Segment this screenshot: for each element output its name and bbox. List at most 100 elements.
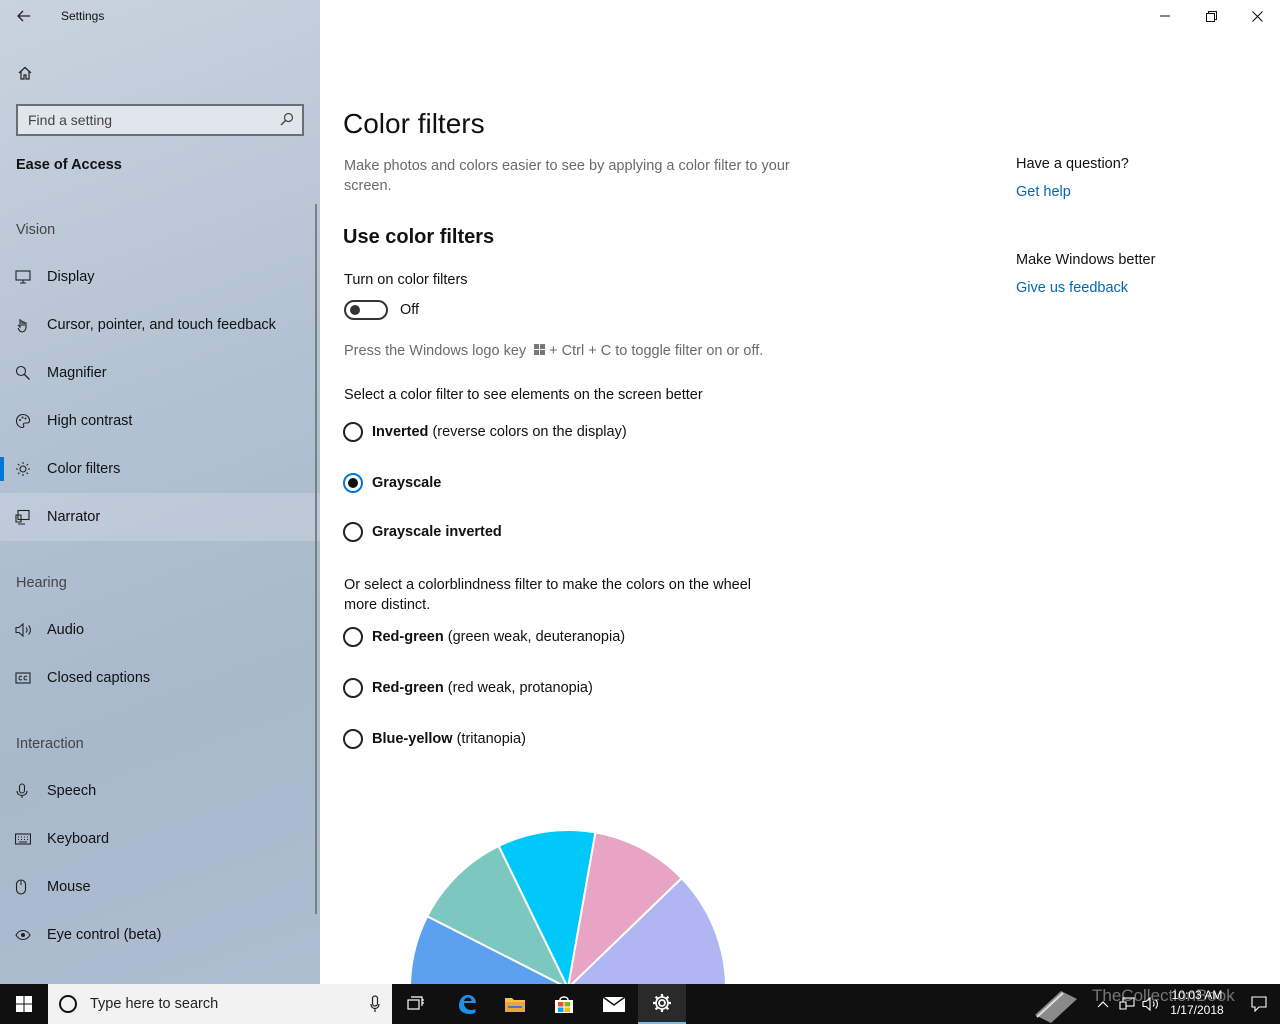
- radio-circle[interactable]: [343, 627, 363, 647]
- book-logo-icon: [1035, 991, 1077, 1023]
- radio-inverted[interactable]: Inverted (reverse colors on the display): [343, 422, 627, 442]
- group-interaction-label: Interaction: [16, 736, 84, 752]
- minimize-button[interactable]: [1142, 0, 1188, 32]
- taskbar-search-placeholder: Type here to search: [90, 996, 219, 1012]
- close-button[interactable]: [1234, 0, 1280, 32]
- sidebar-item-color-filters[interactable]: Color filters: [0, 445, 320, 493]
- task-view-icon: [407, 996, 424, 1010]
- sun-icon: [0, 461, 47, 477]
- settings-search-box[interactable]: [16, 104, 304, 136]
- feedback-heading: Make Windows better: [1016, 252, 1156, 268]
- sidebar-item-closed-captions[interactable]: Closed captions: [0, 654, 320, 702]
- radio-label-bold: Blue-yellow: [372, 731, 453, 747]
- taskbar-file-explorer[interactable]: [491, 984, 539, 1024]
- toggle-knob: [350, 305, 360, 315]
- page-description: Make photos and colors easier to see by …: [344, 158, 790, 194]
- action-center-button[interactable]: [1238, 984, 1280, 1024]
- toggle-state-label: Off: [400, 302, 420, 318]
- sidebar-section-title: Ease of Access: [16, 157, 122, 173]
- color-filters-toggle[interactable]: [344, 300, 388, 320]
- filter-prompt: Select a color filter to see elements on…: [344, 387, 703, 403]
- hint-text-before: Press the Windows logo key: [344, 343, 527, 359]
- radio-grayscale-inverted[interactable]: Grayscale inverted: [343, 522, 502, 542]
- mail-icon: [602, 996, 626, 1012]
- radio-protanopia[interactable]: Red-green (red weak, protanopia): [343, 678, 593, 698]
- search-icon[interactable]: [280, 112, 294, 131]
- taskbar-clock[interactable]: 10:03 AM 1/17/2018: [1160, 988, 1234, 1018]
- sidebar-item-label: Audio: [47, 622, 85, 638]
- microphone-icon[interactable]: [370, 995, 380, 1018]
- settings-search-input[interactable]: [18, 106, 268, 134]
- chevron-up-icon: [1097, 1001, 1109, 1008]
- radio-label: Red-green (red weak, protanopia): [372, 680, 593, 696]
- restore-button[interactable]: [1188, 0, 1234, 32]
- group-hearing-label: Hearing: [16, 575, 67, 591]
- display-icon: [0, 270, 47, 284]
- sidebar-item-narrator[interactable]: Narrator: [0, 493, 320, 541]
- clock-time: 10:03 AM: [1171, 988, 1223, 1002]
- sidebar-scrollbar[interactable]: [315, 204, 317, 914]
- mouse-icon: [0, 879, 47, 895]
- radio-label-rest: (reverse colors on the display): [428, 424, 627, 440]
- color-wheel-preview: [409, 830, 727, 984]
- taskbar-search-box[interactable]: Type here to search: [48, 984, 392, 1024]
- sidebar-item-label: Cursor, pointer, and touch feedback: [47, 317, 276, 333]
- radio-label: Grayscale inverted: [372, 524, 502, 540]
- windows-start-icon: [16, 996, 32, 1012]
- sidebar-item-label: Display: [47, 269, 95, 285]
- sidebar-item-eye-control[interactable]: Eye control (beta): [0, 911, 320, 959]
- hint-text-after: + Ctrl + C to toggle filter on or off.: [549, 343, 764, 359]
- back-button[interactable]: [8, 4, 40, 28]
- minimize-icon: [1160, 15, 1170, 17]
- cortana-icon: [59, 995, 77, 1013]
- start-button[interactable]: [0, 984, 48, 1024]
- sidebar-item-mouse[interactable]: Mouse: [0, 863, 320, 911]
- toggle-label: Turn on color filters: [344, 272, 468, 288]
- sidebar-item-cursor[interactable]: Cursor, pointer, and touch feedback: [0, 301, 320, 349]
- eye-icon: [0, 929, 47, 941]
- window-title: Settings: [61, 9, 105, 23]
- radio-circle[interactable]: [343, 678, 363, 698]
- taskbar-store[interactable]: [540, 984, 588, 1024]
- sidebar-item-keyboard[interactable]: Keyboard: [0, 815, 320, 863]
- taskbar-mail[interactable]: [590, 984, 638, 1024]
- taskbar-edge[interactable]: [443, 984, 491, 1024]
- radio-label: Inverted (reverse colors on the display): [372, 424, 627, 440]
- radio-circle[interactable]: [343, 729, 363, 749]
- radio-circle[interactable]: [343, 522, 363, 542]
- give-feedback-link[interactable]: Give us feedback: [1016, 280, 1128, 296]
- group-vision-label: Vision: [16, 222, 56, 238]
- section-heading: Use color filters: [343, 226, 495, 248]
- taskbar: Type here to search TheCollectionBook 10…: [0, 984, 1280, 1024]
- sidebar-item-display[interactable]: Display: [0, 253, 320, 301]
- back-arrow-icon: [17, 10, 30, 22]
- volume-button[interactable]: [1140, 984, 1162, 1024]
- volume-icon: [1142, 997, 1158, 1011]
- show-hidden-icons-button[interactable]: [1092, 984, 1114, 1024]
- radio-label: Blue-yellow (tritanopia): [372, 731, 526, 747]
- radio-label-bold: Grayscale inverted: [372, 524, 502, 540]
- watermark-logo: [1028, 984, 1084, 1024]
- radio-tritanopia[interactable]: Blue-yellow (tritanopia): [343, 729, 526, 749]
- sidebar-item-label: Narrator: [47, 509, 101, 525]
- radio-circle[interactable]: [343, 422, 363, 442]
- radio-circle-checked[interactable]: [343, 473, 363, 493]
- radio-deuteranopia[interactable]: Red-green (green weak, deuteranopia): [343, 627, 625, 647]
- keyboard-icon: [0, 833, 47, 845]
- network-icon: [1119, 997, 1135, 1010]
- taskbar-settings[interactable]: [638, 984, 686, 1024]
- shortcut-hint: Press the Windows logo key + Ctrl + C to…: [344, 343, 763, 359]
- network-button[interactable]: [1116, 984, 1138, 1024]
- sidebar-item-audio[interactable]: Audio: [0, 606, 320, 654]
- sidebar-item-magnifier[interactable]: Magnifier: [0, 349, 320, 397]
- selected-indicator: [0, 457, 4, 481]
- gear-icon: [653, 994, 671, 1012]
- radio-label: Grayscale: [372, 475, 441, 491]
- sidebar-item-label: Speech: [47, 783, 97, 799]
- get-help-link[interactable]: Get help: [1016, 184, 1071, 200]
- task-view-button[interactable]: [392, 984, 440, 1024]
- sidebar-item-high-contrast[interactable]: High contrast: [0, 397, 320, 445]
- radio-grayscale[interactable]: Grayscale: [343, 473, 441, 493]
- home-button[interactable]: [12, 60, 38, 86]
- sidebar-item-speech[interactable]: Speech: [0, 767, 320, 815]
